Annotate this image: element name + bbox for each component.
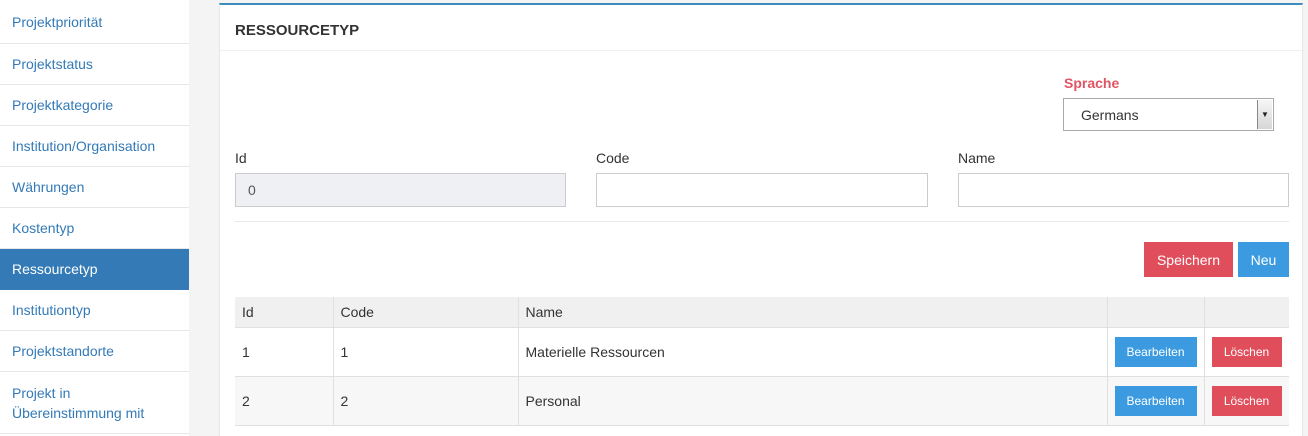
dropdown-arrow-icon[interactable]: ▼	[1257, 100, 1272, 129]
language-label: Sprache	[1064, 75, 1120, 91]
cell-delete: Löschen	[1204, 327, 1289, 376]
cell-id: 1	[235, 327, 334, 376]
sidebar-item-ressourcetyp[interactable]: Ressourcetyp	[0, 249, 189, 290]
cell-edit: Bearbeiten	[1107, 327, 1205, 376]
sidebar-item-projektstatus[interactable]: Projektstatus	[0, 44, 189, 85]
sidebar-item-projektstandorte[interactable]: Projektstandorte	[0, 331, 189, 372]
cell-delete: Löschen	[1204, 376, 1289, 425]
column-header-delete	[1204, 297, 1289, 327]
column-header-id: Id	[235, 297, 334, 327]
table-row: 1 1 Materielle Ressourcen Bearbeiten Lös…	[235, 327, 1289, 376]
name-label: Name	[958, 150, 996, 166]
language-selected-value: Germans	[1081, 106, 1139, 123]
column-header-name: Name	[518, 297, 1108, 327]
form-divider	[235, 221, 1289, 222]
sidebar-item-projekt-uebereinstimmung[interactable]: Projekt in Übereinstimmung mit	[0, 372, 189, 434]
cell-edit: Bearbeiten	[1107, 376, 1205, 425]
code-label: Code	[596, 150, 630, 166]
cell-code: 2	[333, 376, 519, 425]
edit-button[interactable]: Bearbeiten	[1114, 336, 1197, 367]
sidebar-item-projektkategorie[interactable]: Projektkategorie	[0, 85, 189, 126]
cell-code: 1	[333, 327, 519, 376]
name-field[interactable]	[958, 173, 1289, 207]
cell-id: 2	[235, 376, 334, 425]
code-field[interactable]	[596, 173, 928, 207]
sidebar-item-waehrungen[interactable]: Währungen	[0, 167, 189, 208]
resource-type-table: Id Code Name 1 1 Materielle Ressourcen B…	[235, 297, 1289, 426]
column-header-code: Code	[333, 297, 519, 327]
table-header-row: Id Code Name	[235, 297, 1289, 327]
id-label: Id	[235, 150, 247, 166]
main-panel: RESSOURCETYP Sprache Germans ▼ Id Code N…	[219, 3, 1303, 436]
edit-button[interactable]: Bearbeiten	[1114, 385, 1197, 416]
delete-button[interactable]: Löschen	[1211, 336, 1282, 367]
save-button[interactable]: Speichern	[1144, 242, 1233, 277]
page-title: RESSOURCETYP	[220, 5, 1302, 51]
new-button[interactable]: Neu	[1238, 242, 1289, 277]
delete-button[interactable]: Löschen	[1211, 385, 1282, 416]
cell-name: Personal	[518, 376, 1108, 425]
column-header-edit	[1107, 297, 1205, 327]
sidebar-item-institution-organisation[interactable]: Institution/Organisation	[0, 126, 189, 167]
sidebar-item-kostentyp[interactable]: Kostentyp	[0, 208, 189, 249]
cell-name: Materielle Ressourcen	[518, 327, 1108, 376]
sidebar-item-projektprioritaet[interactable]: Projektpriorität	[0, 0, 189, 44]
language-select[interactable]: Germans ▼	[1063, 98, 1274, 131]
sidebar-item-institutiontyp[interactable]: Institutiontyp	[0, 290, 189, 331]
sidebar: Projektpriorität Projektstatus Projektka…	[0, 0, 189, 436]
table-row: 2 2 Personal Bearbeiten Löschen	[235, 376, 1289, 425]
id-field[interactable]	[235, 173, 566, 207]
